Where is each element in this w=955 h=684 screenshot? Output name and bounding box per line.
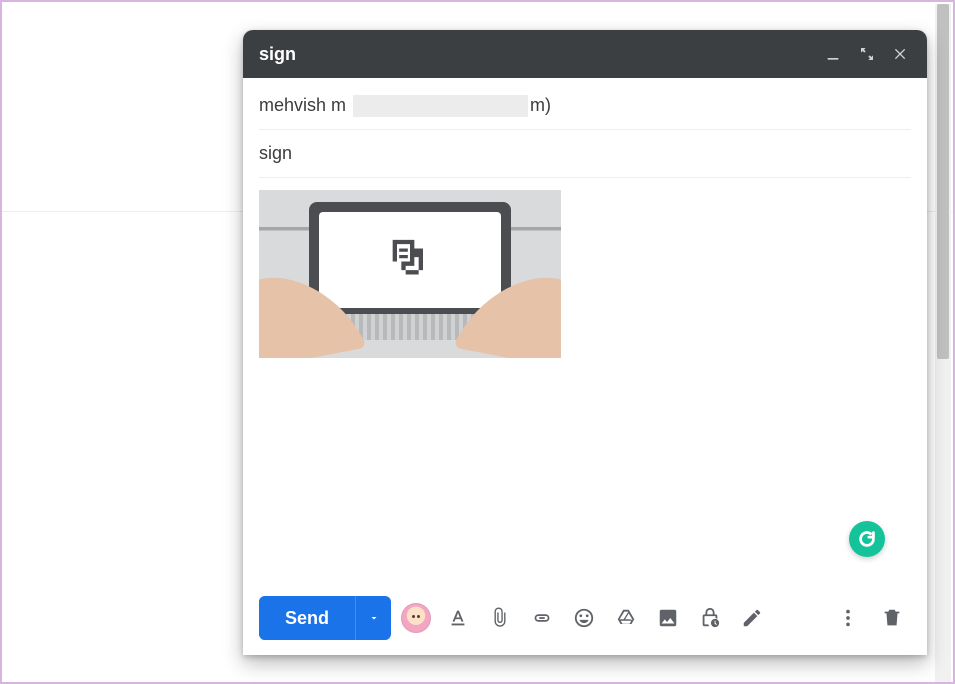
send-button[interactable]: Send [259, 596, 355, 640]
page-scrollbar[interactable] [935, 4, 951, 682]
compose-window: sign mehvish m m) sign [243, 30, 927, 655]
to-name: mehvish m [259, 95, 346, 116]
compose-toolbar: Send [243, 581, 927, 655]
trash-icon[interactable] [881, 607, 903, 629]
link-icon[interactable] [531, 607, 553, 629]
subject-field[interactable]: sign [259, 130, 911, 178]
send-button-group: Send [259, 596, 391, 640]
toolbar-right [837, 607, 903, 629]
signature-image[interactable] [259, 190, 561, 358]
format-text-icon[interactable] [447, 607, 469, 629]
toolbar-icons [447, 607, 763, 629]
compose-title: sign [259, 44, 809, 65]
minimize-icon[interactable] [823, 44, 843, 64]
drive-icon[interactable] [615, 607, 637, 629]
avatar[interactable] [401, 603, 431, 633]
compose-header: sign [243, 30, 927, 78]
confidential-clock-icon[interactable] [699, 607, 721, 629]
subject-text: sign [259, 143, 292, 164]
compose-body[interactable] [243, 178, 927, 581]
more-vert-icon[interactable] [837, 607, 859, 629]
expand-icon[interactable] [857, 44, 877, 64]
compose-fields: mehvish m m) sign [243, 78, 927, 178]
document-stack-icon [384, 235, 436, 292]
grammarly-icon[interactable] [849, 521, 885, 557]
to-field[interactable]: mehvish m m) [259, 82, 911, 130]
pen-icon[interactable] [741, 607, 763, 629]
scrollbar-thumb[interactable] [937, 4, 949, 359]
to-suffix: m) [530, 95, 551, 116]
close-icon[interactable] [891, 44, 911, 64]
redacted-email [353, 95, 528, 117]
emoji-icon[interactable] [573, 607, 595, 629]
attach-icon[interactable] [489, 607, 511, 629]
send-more-button[interactable] [355, 596, 391, 640]
photo-icon[interactable] [657, 607, 679, 629]
